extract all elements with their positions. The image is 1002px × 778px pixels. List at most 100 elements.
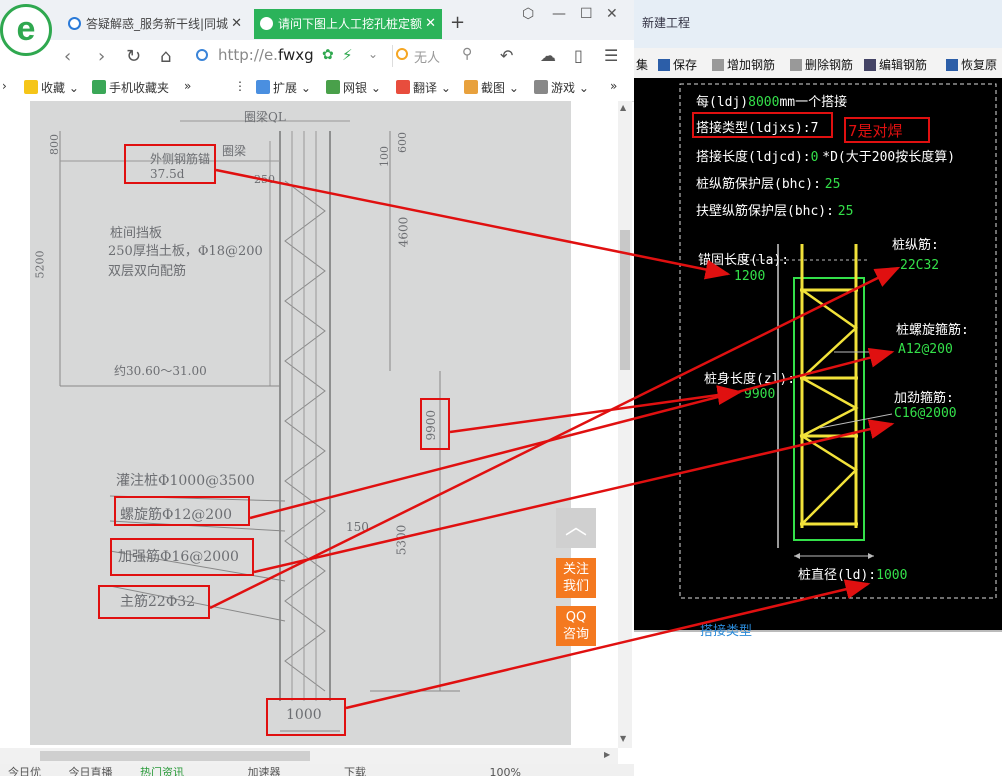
menu-extensions[interactable]: 扩展 ⌄ (256, 79, 311, 96)
label: 扶壁纵筋保护层(bhc): (696, 204, 834, 219)
url-text[interactable]: http://e.fwxg (218, 46, 314, 64)
tab-answers[interactable]: 答疑解惑_服务新干线|同城 ✕ (62, 9, 248, 39)
close-window-button[interactable]: ✕ (606, 6, 618, 22)
add-icon (712, 59, 724, 71)
value[interactable]: 25 (825, 177, 841, 192)
restore-button[interactable]: 恢复原 (946, 56, 997, 73)
scroll-right-icon[interactable]: ▶ (604, 750, 610, 759)
bookmark-mobile[interactable]: 手机收藏夹 (92, 79, 169, 96)
highlight-main-bar (98, 585, 210, 619)
close-icon[interactable]: ✕ (425, 9, 436, 39)
spiral-label: 桩螺旋箍筋: (896, 323, 969, 338)
delete-rebar-button[interactable]: 删除钢筋 (790, 56, 853, 73)
delete-icon (790, 59, 802, 71)
body-length-label: 桩身长度(zl): (704, 372, 796, 387)
scroll-up-icon[interactable]: ▲ (620, 103, 626, 112)
forward-icon[interactable]: › (98, 46, 105, 67)
undo-icon[interactable]: ↶ (500, 46, 513, 65)
secure-icon (196, 49, 208, 61)
refresh-icon[interactable]: ↻ (126, 46, 141, 67)
highlight-lap-type (692, 112, 833, 138)
lightning-icon[interactable]: ⚡ (342, 46, 353, 64)
cover-row: 桩纵筋保护层(bhc): 25 (696, 173, 840, 192)
skin-icon[interactable]: ⬡ (522, 6, 534, 22)
menu-screenshot[interactable]: 截图 ⌄ (464, 79, 519, 96)
drawing-dim-600: 600 (396, 132, 409, 153)
menu-label: 游戏 (551, 81, 576, 95)
drawing-wall-dist: 双层双向配筋 (108, 264, 187, 279)
horizontal-scroll-thumb[interactable] (40, 751, 310, 761)
value[interactable]: 0 (811, 150, 819, 165)
status-item[interactable]: 今日直播 (69, 766, 113, 776)
tab-question[interactable]: 请问下图上人工挖孔桩定额 ✕ (254, 9, 442, 39)
search-input[interactable]: 无人 (414, 47, 440, 66)
cloud-icon[interactable]: ☁ (540, 46, 556, 65)
new-tab-button[interactable]: + (450, 12, 465, 33)
stiffener-value[interactable]: C16@2000 (894, 406, 957, 421)
lap-every-row: 每(ldj)8000mm一个搭接 (696, 91, 847, 110)
scroll-down-icon[interactable]: ▼ (620, 734, 626, 743)
save-button[interactable]: 保存 (658, 56, 697, 73)
toolbar-label: 增加钢筋 (727, 58, 776, 72)
minimize-button[interactable]: — (552, 6, 566, 22)
vertical-scroll-thumb[interactable] (620, 230, 630, 370)
bookmark-favorites[interactable]: 收藏 ⌄ (24, 79, 79, 96)
home-icon[interactable]: ⌂ (160, 46, 171, 67)
highlight-9900 (420, 398, 450, 450)
status-item[interactable]: 加速器 (248, 766, 281, 776)
more-menus[interactable]: » (610, 79, 617, 93)
label: 每(ldj) (696, 95, 749, 110)
search-icon[interactable]: ⚲ (462, 46, 472, 62)
vertical-scrollbar[interactable] (618, 101, 632, 748)
label: 桩纵筋保护层(bhc): (696, 177, 821, 192)
toolbar-item[interactable]: 集 (636, 56, 648, 73)
phone-icon[interactable]: ▯ (574, 46, 583, 65)
menu-bank[interactable]: 网银 ⌄ (326, 79, 381, 96)
long-bar-value[interactable]: 22C32 (900, 258, 939, 273)
drawing-dim-100: 100 (378, 146, 391, 167)
edit-icon (864, 59, 876, 71)
zoom-level[interactable]: 100% (490, 766, 521, 776)
chevron-down-icon[interactable]: ⌄ (368, 47, 378, 61)
status-item[interactable]: 今日优 (8, 766, 41, 776)
menu-icon[interactable]: ☰ (604, 46, 618, 65)
drawing-lines (59, 120, 460, 732)
value[interactable]: 25 (838, 204, 854, 219)
menu-label: 网银 (343, 81, 368, 95)
body-length-value[interactable]: 9900 (744, 387, 775, 402)
value[interactable]: 1000 (876, 568, 907, 583)
drawing-dim-250: 250 (254, 173, 275, 186)
follow-button[interactable]: 关注 我们 (556, 558, 596, 598)
menu-label: 翻译 (413, 81, 438, 95)
drawing-ring-beam-2: 圈梁 (222, 144, 247, 158)
compat-icon[interactable]: ✿ (322, 47, 334, 63)
status-item[interactable]: 热门资讯 (140, 766, 184, 776)
restore-icon (946, 59, 958, 71)
maximize-button[interactable]: ☐ (580, 6, 593, 22)
back-to-top-button[interactable]: ︿ (556, 508, 596, 548)
extension-icon (256, 80, 270, 94)
tab-title: 答疑解惑_服务新干线|同城 (86, 17, 229, 31)
back-icon[interactable]: ‹ (64, 46, 71, 67)
browser-logo-icon[interactable]: e (0, 4, 52, 56)
status-item[interactable]: 下载 (344, 766, 366, 776)
spiral-value[interactable]: A12@200 (898, 342, 953, 357)
edit-rebar-button[interactable]: 编辑钢筋 (864, 56, 927, 73)
drawing-wall-spec: 250厚挡土板，Φ18@200 (108, 244, 263, 259)
drawing-ring-beam: 圈梁QL (244, 110, 286, 124)
long-bar-label: 桩纵筋: (892, 238, 939, 253)
menu-games[interactable]: 游戏 ⌄ (534, 79, 589, 96)
highlight-1000 (266, 698, 346, 736)
drawing-elevation: 约30.60～31.00 (114, 364, 207, 378)
anchor-value[interactable]: 1200 (734, 269, 765, 284)
add-rebar-button[interactable]: 增加钢筋 (712, 56, 775, 73)
close-icon[interactable]: ✕ (231, 9, 242, 39)
more-bookmarks[interactable]: » (184, 79, 191, 93)
drawing-dim-4600: 4600 (396, 216, 411, 248)
menu-translate[interactable]: 翻译 ⌄ (396, 79, 451, 96)
qq-consult-button[interactable]: QQ 咨询 (556, 606, 596, 646)
drawing-dim-150: 150 (346, 520, 369, 534)
value[interactable]: 8000 (748, 95, 779, 110)
chevron-right-icon[interactable]: › (2, 79, 7, 93)
yen-icon (326, 80, 340, 94)
